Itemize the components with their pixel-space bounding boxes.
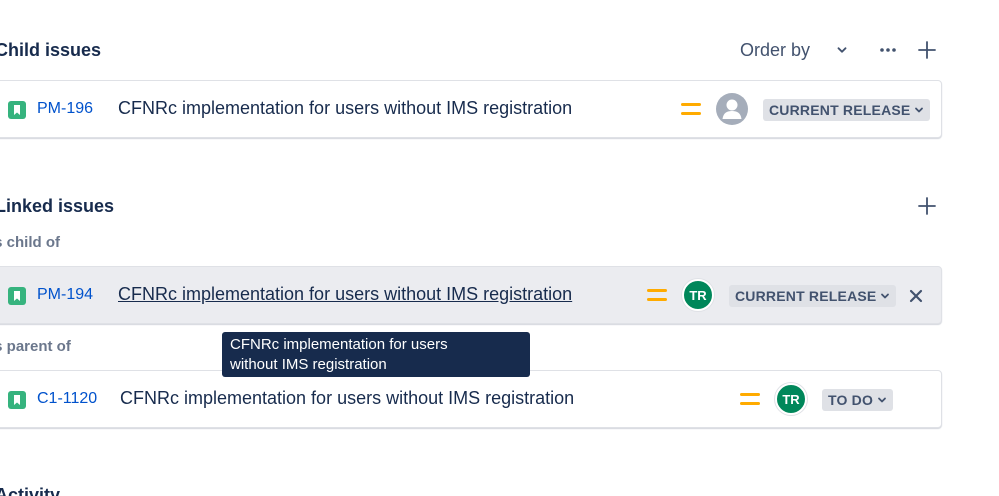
child-issue-row[interactable]: PM-196 CFNRc implementation for users wi…	[0, 80, 942, 138]
tooltip-line-1: CFNRc implementation for users	[230, 336, 448, 353]
linked-issues-title: Linked issues	[0, 196, 115, 216]
chevron-down-icon	[878, 397, 886, 403]
issue-summary[interactable]: CFNRc implementation for users without I…	[118, 98, 572, 119]
story-bookmark-icon	[8, 287, 26, 305]
status-label: TO DO	[828, 392, 874, 408]
child-issues-title: Child issues	[0, 40, 102, 60]
add-child-issue-icon[interactable]	[917, 40, 937, 60]
order-by-chevron-icon[interactable]	[834, 42, 850, 58]
issue-summary[interactable]: CFNRc implementation for users without I…	[118, 284, 572, 305]
summary-tooltip: CFNRc implementation for users without I…	[222, 332, 530, 377]
more-actions-icon[interactable]	[878, 40, 898, 60]
chevron-down-icon	[881, 293, 890, 299]
order-by-button[interactable]: Order by	[740, 40, 810, 61]
issue-key-link[interactable]: PM-194	[37, 286, 93, 304]
assignee-avatar[interactable]: TR	[682, 279, 714, 311]
status-label: CURRENT RELEASE	[769, 102, 911, 118]
status-dropdown[interactable]: TO DO	[822, 389, 894, 411]
link-type-label: is parent of	[0, 338, 71, 355]
issue-summary[interactable]: CFNRc implementation for users without I…	[120, 388, 574, 409]
issue-key-link[interactable]: PM-196	[37, 100, 93, 118]
tooltip-line-2: without IMS registration	[230, 356, 387, 373]
add-linked-issue-icon[interactable]	[917, 196, 937, 216]
status-dropdown[interactable]: CURRENT RELEASE	[729, 285, 897, 307]
linked-issue-row[interactable]: PM-194 CFNRc implementation for users wi…	[0, 266, 942, 324]
activity-title: Activity	[0, 485, 61, 496]
priority-medium-icon	[740, 393, 760, 405]
story-bookmark-icon	[8, 101, 26, 119]
priority-medium-icon	[647, 289, 667, 301]
chevron-down-icon	[915, 107, 924, 113]
issue-key-link[interactable]: C1-1120	[37, 390, 97, 408]
close-icon[interactable]	[906, 286, 926, 306]
story-bookmark-icon	[8, 391, 26, 409]
user-avatar-icon[interactable]	[716, 93, 748, 125]
link-type-label: is child of	[0, 234, 61, 251]
priority-medium-icon	[681, 103, 701, 115]
assignee-avatar[interactable]: TR	[775, 383, 807, 415]
status-dropdown[interactable]: CURRENT RELEASE	[763, 99, 931, 121]
status-label: CURRENT RELEASE	[735, 288, 877, 304]
linked-issue-row[interactable]: C1-1120 CFNRc implementation for users w…	[0, 370, 942, 428]
